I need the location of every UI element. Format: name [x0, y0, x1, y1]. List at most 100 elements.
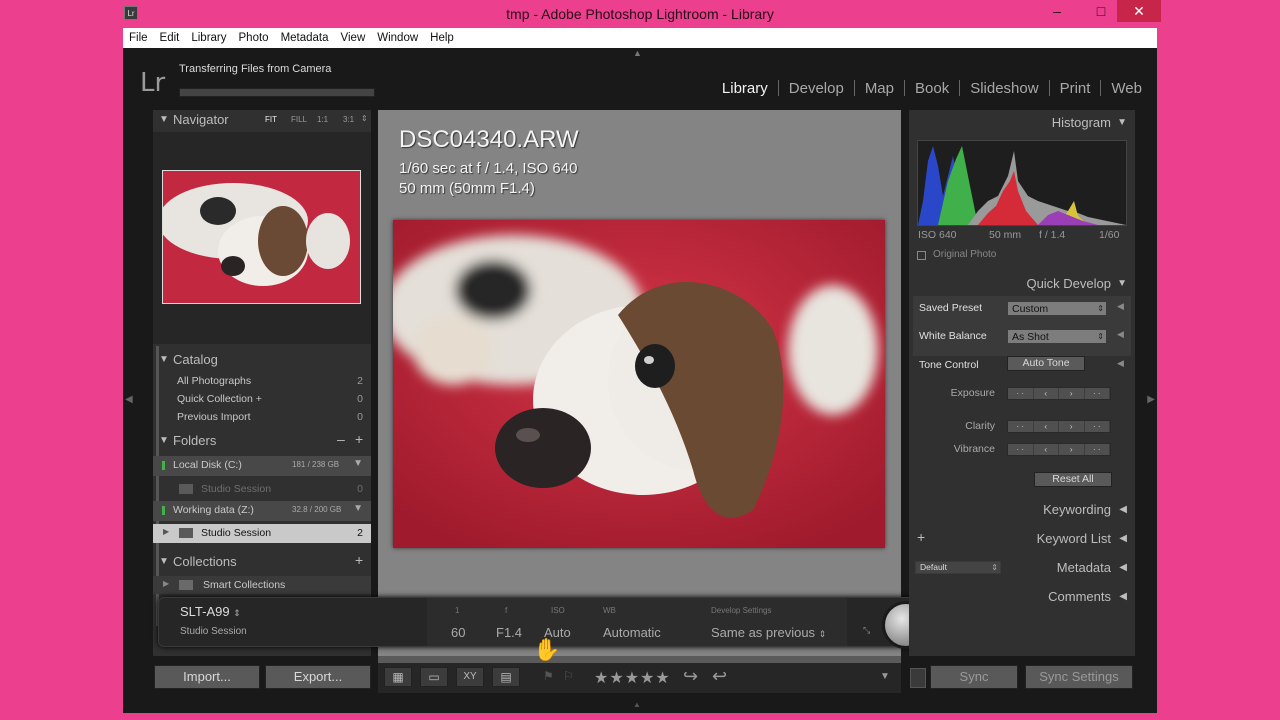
expand-triangle-icon[interactable]: ▶: [163, 579, 169, 588]
original-photo-checkbox[interactable]: [917, 251, 926, 260]
loupe-view-icon[interactable]: ▭: [420, 667, 448, 687]
expand-left-icon[interactable]: ◀: [1117, 358, 1124, 369]
collapse-triangle-icon[interactable]: ▼: [1117, 117, 1127, 128]
develop-settings-select[interactable]: Same as previous ⇕: [711, 625, 826, 640]
resize-icon[interactable]: ⤡: [863, 625, 870, 636]
left-panel-toggle-icon[interactable]: ◀: [125, 394, 133, 405]
module-library[interactable]: Library: [712, 80, 778, 97]
menu-library[interactable]: Library: [185, 28, 232, 48]
menu-edit[interactable]: Edit: [154, 28, 186, 48]
zoom-fill[interactable]: FILL: [291, 115, 307, 124]
module-print[interactable]: Print: [1050, 80, 1101, 97]
histogram-graph[interactable]: [917, 140, 1127, 226]
exposure-stepper[interactable]: · · ‹ › · ·: [1007, 387, 1111, 400]
histogram-header[interactable]: Histogram ▼: [909, 113, 1135, 133]
collections-header[interactable]: ▼ Collections +: [153, 552, 371, 572]
compare-view-icon[interactable]: XY: [456, 667, 484, 687]
minimize-button[interactable]: –: [1043, 0, 1071, 22]
collapse-triangle-icon[interactable]: ▼: [159, 435, 169, 446]
folder-item[interactable]: Studio Session 0: [153, 480, 371, 498]
menu-window[interactable]: Window: [371, 28, 424, 48]
folders-header[interactable]: ▼ Folders – +: [153, 431, 371, 451]
bottom-panel-toggle-icon[interactable]: ▲: [633, 700, 641, 709]
menu-help[interactable]: Help: [424, 28, 460, 48]
folder-item-selected[interactable]: ▶ Studio Session 2: [153, 524, 371, 543]
volume-row[interactable]: Local Disk (C:) 181 / 238 GB ▼: [153, 456, 371, 476]
zoom-3-1[interactable]: 3:1: [343, 115, 354, 124]
sync-button[interactable]: Sync: [930, 665, 1018, 689]
close-button[interactable]: ✕: [1117, 0, 1161, 22]
volume-menu-icon[interactable]: ▼: [353, 458, 363, 469]
zoom-menu-icon[interactable]: ⇕: [361, 114, 368, 123]
expand-left-icon[interactable]: ◀: [1119, 533, 1127, 544]
survey-view-icon[interactable]: ▤: [492, 667, 520, 687]
menu-file[interactable]: File: [123, 28, 154, 48]
catalog-item[interactable]: Quick Collection +0: [153, 390, 371, 408]
flag-icon[interactable]: ⚑: [543, 669, 554, 683]
module-book[interactable]: Book: [905, 80, 959, 97]
collapse-triangle-icon[interactable]: ▼: [1117, 278, 1127, 289]
maximize-button[interactable]: □: [1087, 0, 1115, 22]
saved-preset-select[interactable]: Custom ⇕: [1007, 301, 1107, 316]
collapse-triangle-icon[interactable]: ▼: [159, 114, 169, 125]
metadata-preset-select[interactable]: Default ⇕: [915, 561, 1001, 574]
collapse-triangle-icon[interactable]: ▼: [159, 556, 169, 567]
menu-photo[interactable]: Photo: [233, 28, 275, 48]
auto-sync-toggle[interactable]: [910, 668, 926, 688]
volume-row[interactable]: Working data (Z:) 32.8 / 200 GB ▼: [153, 501, 371, 521]
menu-view[interactable]: View: [335, 28, 372, 48]
module-develop[interactable]: Develop: [779, 80, 854, 97]
comments-header[interactable]: Comments ◀: [909, 587, 1135, 607]
sync-settings-button[interactable]: Sync Settings: [1025, 665, 1133, 689]
keyword-list-header[interactable]: + Keyword List ◀: [909, 529, 1135, 549]
photo-filename: DSC04340.ARW: [399, 126, 579, 153]
export-button[interactable]: Export...: [265, 665, 371, 689]
menu-metadata[interactable]: Metadata: [275, 28, 335, 48]
catalog-item[interactable]: All Photographs 2: [153, 372, 371, 390]
rotate-right-icon[interactable]: ↩: [712, 666, 727, 687]
add-collection-icon[interactable]: +: [355, 552, 363, 568]
camera-name[interactable]: SLT-A99 ⇕: [180, 604, 241, 619]
remove-folder-icon[interactable]: –: [337, 431, 345, 447]
grid-view-icon[interactable]: ▦: [384, 667, 412, 687]
import-button[interactable]: Import...: [154, 665, 260, 689]
navigator-header[interactable]: ▼ Navigator FIT FILL 1:1 3:1 ⇕: [153, 110, 371, 130]
module-map[interactable]: Map: [855, 80, 904, 97]
reject-flag-icon[interactable]: ⚐: [563, 669, 574, 683]
expand-left-icon[interactable]: ◀: [1119, 591, 1127, 602]
vibrance-stepper[interactable]: · · ‹ › · ·: [1007, 443, 1111, 456]
clarity-stepper[interactable]: · · ‹ › · ·: [1007, 420, 1111, 433]
navigator-thumbnail[interactable]: [162, 170, 361, 304]
right-panel-toggle-icon[interactable]: ▶: [1147, 394, 1155, 405]
add-folder-icon[interactable]: +: [355, 431, 363, 447]
white-balance-select[interactable]: As Shot ⇕: [1007, 329, 1107, 344]
metadata-header[interactable]: Default ⇕ Metadata ◀: [909, 558, 1135, 578]
zoom-fit[interactable]: FIT: [265, 115, 277, 124]
expand-left-icon[interactable]: ◀: [1119, 504, 1127, 515]
rotate-left-icon[interactable]: ↪: [683, 666, 698, 687]
volume-menu-icon[interactable]: ▼: [353, 503, 363, 514]
expand-triangle-icon[interactable]: ▶: [163, 527, 169, 536]
zoom-1-1[interactable]: 1:1: [317, 115, 328, 124]
reset-all-button[interactable]: Reset All: [1034, 472, 1112, 487]
filmstrip-divider: [378, 656, 901, 663]
catalog-header[interactable]: ▼ Catalog: [153, 350, 371, 370]
module-web[interactable]: Web: [1101, 80, 1152, 97]
collection-item[interactable]: ▶ Smart Collections: [153, 576, 371, 594]
expand-left-icon[interactable]: ◀: [1117, 329, 1124, 340]
toolbar-menu-icon[interactable]: ▼: [880, 671, 890, 682]
auto-tone-button[interactable]: Auto Tone: [1007, 356, 1085, 371]
module-slideshow[interactable]: Slideshow: [960, 80, 1048, 97]
keywording-header[interactable]: Keywording ◀: [909, 500, 1135, 520]
volume-status-icon: [162, 461, 165, 470]
add-keyword-icon[interactable]: +: [917, 529, 925, 545]
quick-develop-header[interactable]: Quick Develop ▼: [909, 274, 1135, 294]
top-panel-toggle-icon[interactable]: ▲: [633, 48, 642, 58]
star-rating[interactable]: ★★★★★: [594, 668, 671, 688]
catalog-item[interactable]: Previous Import 0: [153, 408, 371, 426]
main-photo[interactable]: [393, 220, 885, 548]
expand-left-icon[interactable]: ◀: [1119, 562, 1127, 573]
collapse-triangle-icon[interactable]: ▼: [159, 354, 169, 365]
title-bar[interactable]: Lr tmp - Adobe Photoshop Lightroom - Lib…: [117, 0, 1163, 28]
expand-left-icon[interactable]: ◀: [1117, 301, 1124, 312]
